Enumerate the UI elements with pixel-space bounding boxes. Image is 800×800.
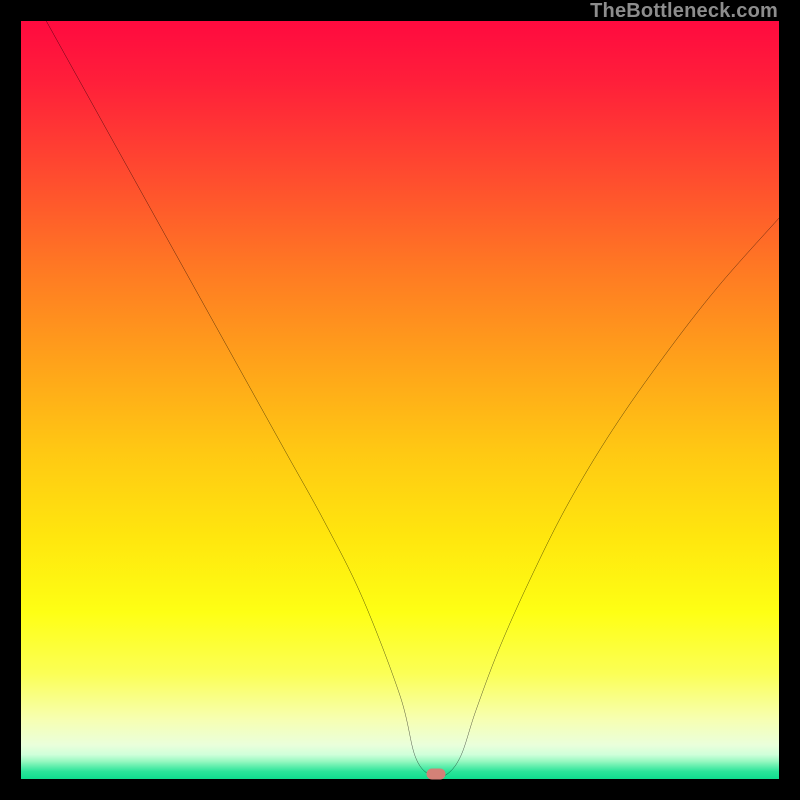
plot-area <box>21 21 779 779</box>
watermark-text: TheBottleneck.com <box>590 0 778 23</box>
bottleneck-curve <box>21 21 779 779</box>
optimum-marker <box>426 768 445 779</box>
chart-frame: TheBottleneck.com <box>0 0 800 800</box>
